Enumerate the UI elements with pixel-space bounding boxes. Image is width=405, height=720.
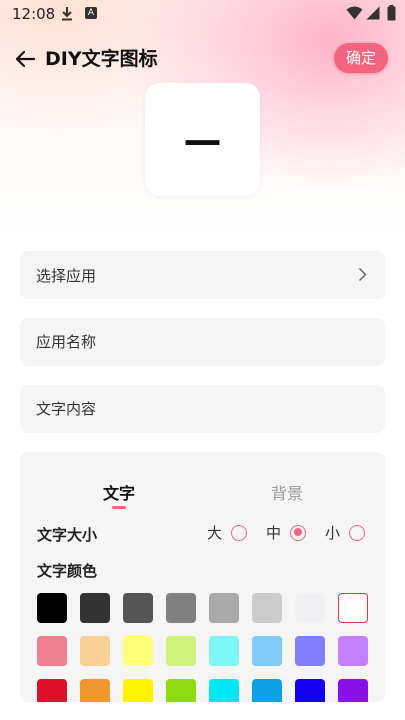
color-swatch[interactable] <box>252 636 282 666</box>
tab-indicator <box>112 506 126 509</box>
tab-text[interactable]: 文字 <box>103 480 135 504</box>
chevron-right-icon <box>358 267 367 282</box>
text-content-field <box>20 385 385 433</box>
color-swatch[interactable] <box>338 679 368 702</box>
size-option-large-label: 大 <box>207 524 223 542</box>
color-swatch[interactable] <box>80 593 110 623</box>
color-swatch[interactable] <box>295 679 325 702</box>
app-notification-icon: A <box>85 7 97 19</box>
color-swatch[interactable] <box>37 636 67 666</box>
color-swatch[interactable] <box>209 679 239 702</box>
status-bar: 12:08 A <box>0 0 405 28</box>
color-swatch[interactable] <box>295 636 325 666</box>
color-swatch[interactable] <box>295 593 325 623</box>
color-swatch[interactable] <box>252 679 282 702</box>
color-swatch[interactable] <box>209 593 239 623</box>
app-bar: DIY文字图标 确定 <box>0 40 405 76</box>
size-option-medium-label: 中 <box>266 524 282 542</box>
status-time: 12:08 <box>12 5 56 23</box>
color-swatch[interactable] <box>209 636 239 666</box>
tab-background[interactable]: 背景 <box>271 480 303 504</box>
text-color-label: 文字颜色 <box>37 562 98 580</box>
wifi-icon <box>346 6 363 20</box>
battery-icon <box>387 5 396 21</box>
color-swatch[interactable] <box>252 593 282 623</box>
color-swatch[interactable] <box>123 636 153 666</box>
cellular-icon <box>366 6 380 20</box>
arrow-back-icon[interactable] <box>14 48 36 70</box>
color-swatch[interactable] <box>338 593 368 623</box>
style-panel: 文字 背景 文字大小 大 中 小 文字颜色 <box>20 452 385 702</box>
size-option-medium[interactable]: 中 <box>266 522 307 543</box>
size-small-radio[interactable] <box>349 524 366 541</box>
color-swatch[interactable] <box>123 593 153 623</box>
download-icon <box>62 7 72 21</box>
app-name-field <box>20 318 385 366</box>
color-swatch[interactable] <box>166 636 196 666</box>
size-option-small[interactable]: 小 <box>325 522 366 543</box>
color-swatch[interactable] <box>37 679 67 702</box>
page-title: DIY文字图标 <box>45 48 158 70</box>
size-option-large[interactable]: 大 <box>207 522 248 543</box>
color-swatch[interactable] <box>166 679 196 702</box>
color-swatch[interactable] <box>80 679 110 702</box>
color-swatch[interactable] <box>166 593 196 623</box>
size-large-radio[interactable] <box>231 524 248 541</box>
color-swatch[interactable] <box>338 636 368 666</box>
select-app-label: 选择应用 <box>36 267 97 285</box>
icon-preview: — <box>145 83 260 196</box>
size-medium-radio[interactable] <box>290 524 307 541</box>
color-swatch[interactable] <box>80 636 110 666</box>
preview-text: — <box>183 117 222 162</box>
color-swatch[interactable] <box>123 679 153 702</box>
color-swatch[interactable] <box>37 593 67 623</box>
size-option-small-label: 小 <box>325 524 341 542</box>
confirm-button[interactable]: 确定 <box>334 43 388 73</box>
app-name-input[interactable] <box>36 328 366 356</box>
text-size-label: 文字大小 <box>37 526 98 544</box>
text-content-input[interactable] <box>36 395 366 423</box>
select-app-field[interactable]: 选择应用 <box>20 251 385 299</box>
